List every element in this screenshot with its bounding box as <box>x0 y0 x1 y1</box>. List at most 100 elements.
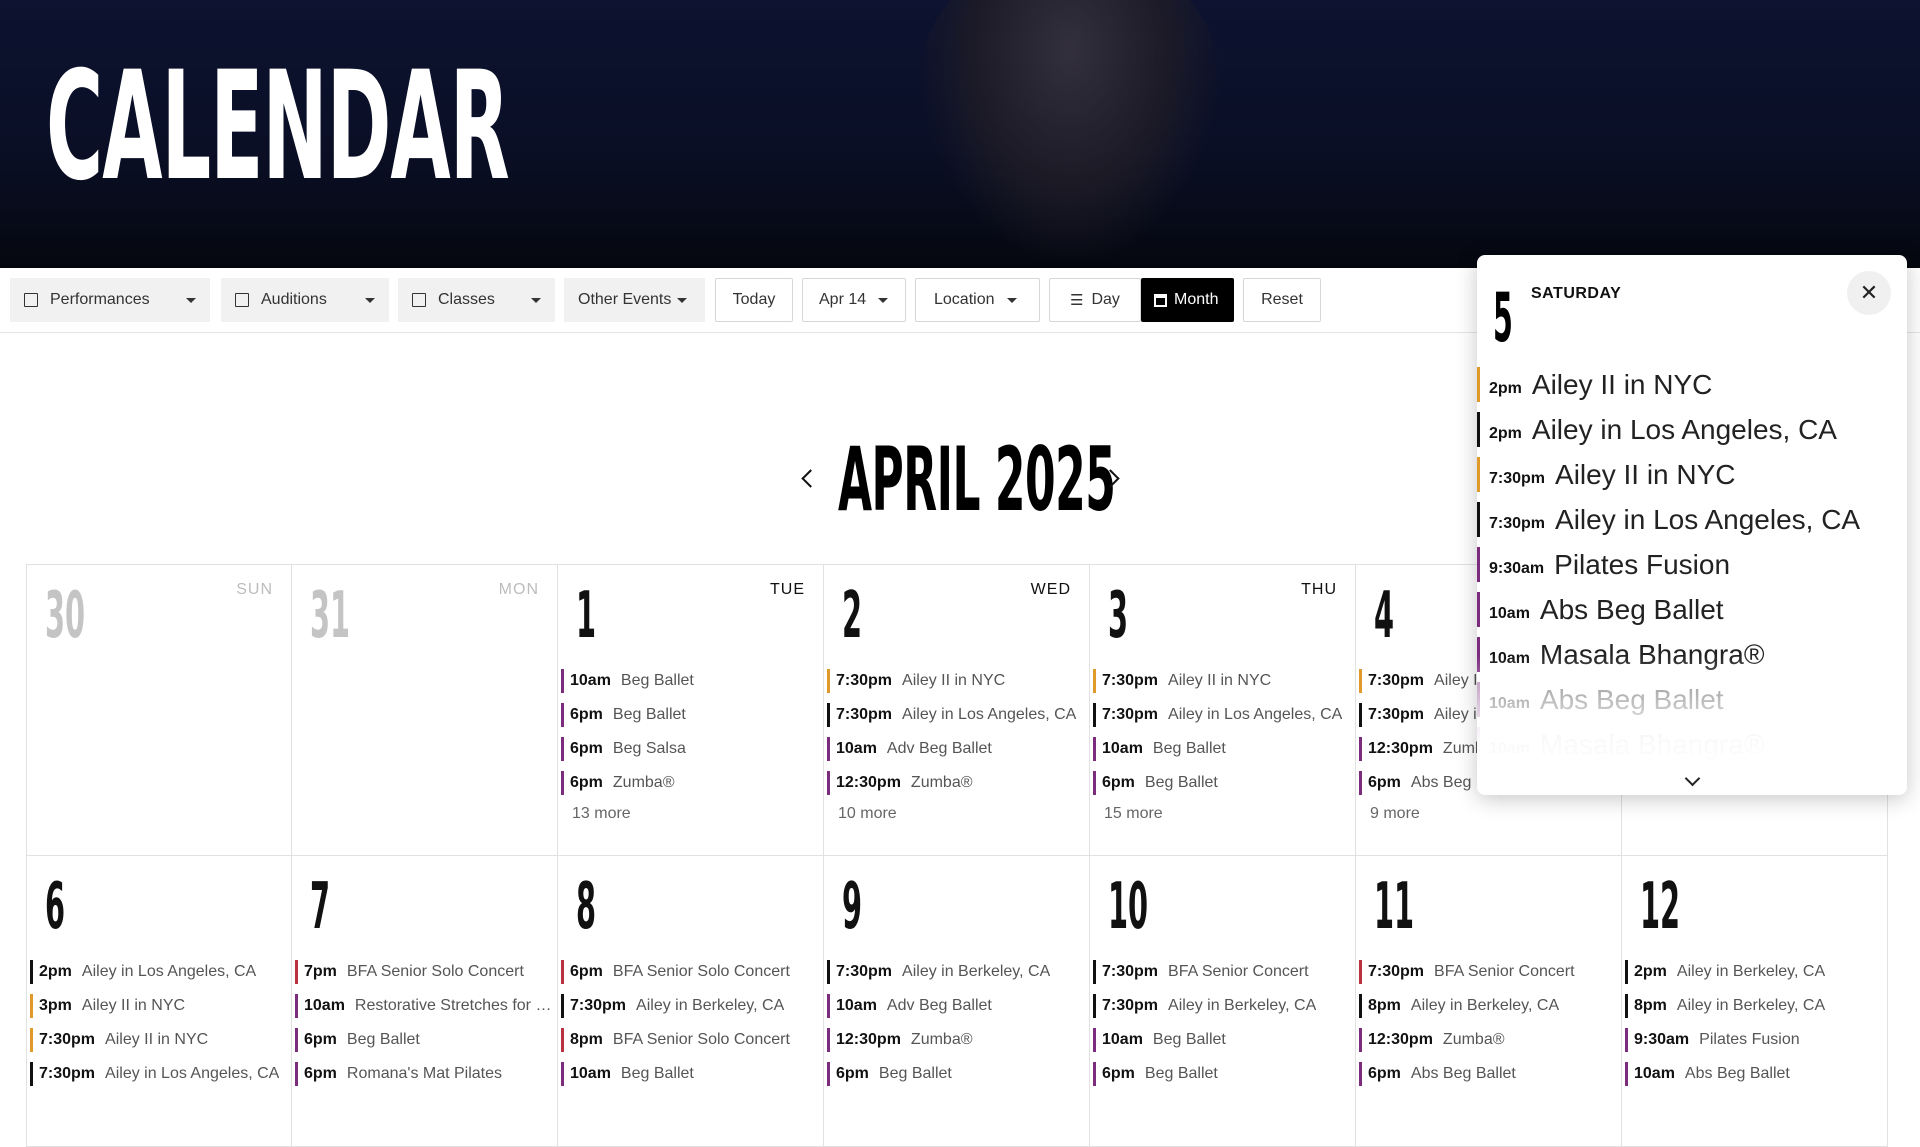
event-item[interactable]: 6pm Abs Beg Ballet <box>1356 1062 1618 1086</box>
event-item[interactable]: 7pm BFA Senior Solo Concert <box>292 960 554 984</box>
date-picker[interactable]: Apr 14 <box>802 278 906 322</box>
location-dropdown[interactable]: Location <box>915 278 1040 322</box>
event-item[interactable]: 8pm Ailey in Berkeley, CA <box>1356 994 1618 1018</box>
hero-banner: CALENDAR <box>0 0 1920 268</box>
chevron-down-icon[interactable] <box>365 298 375 303</box>
event-item[interactable]: 7:30pm Ailey in Los Angeles, CA <box>1090 703 1352 727</box>
event-item[interactable]: 12:30pm Zumba® <box>824 1028 1086 1052</box>
day-cell[interactable]: 8 6pm BFA Senior Solo Concert 7:30pm Ailey i… <box>558 856 824 1147</box>
popover-event-item[interactable]: 10am Abs Beg Ballet <box>1477 592 1907 627</box>
day-cell[interactable]: 2 WED 7:30pm Ailey II in NYC 7:30pm Ailey in … <box>824 565 1090 856</box>
event-name: Ailey II in NYC <box>1531 369 1713 400</box>
event-color-bar <box>827 669 830 693</box>
event-item[interactable]: 2pm Ailey in Los Angeles, CA <box>27 960 289 984</box>
event-item[interactable]: 10am Restorative Stretches for Dancers <box>292 994 554 1018</box>
reset-button[interactable]: Reset <box>1243 278 1321 322</box>
event-item[interactable]: 12:30pm Zumba® <box>824 771 1086 795</box>
more-events-link[interactable]: 13 more <box>558 805 820 823</box>
day-cell[interactable]: 3 THU 7:30pm Ailey II in NYC 7:30pm Ailey in … <box>1090 565 1356 856</box>
event-item[interactable]: 10am Beg Ballet <box>1090 737 1352 761</box>
scroll-fade <box>1477 655 1907 775</box>
event-item[interactable]: 7:30pm Ailey in Los Angeles, CA <box>27 1062 289 1086</box>
event-name: Abs Beg Ballet <box>1410 1065 1516 1082</box>
event-name: Ailey in Los Angeles, CA <box>1168 706 1343 723</box>
event-item[interactable]: 7:30pm Ailey II in NYC <box>27 1028 289 1052</box>
event-item[interactable]: 8pm Ailey in Berkeley, CA <box>1622 994 1884 1018</box>
day-cell[interactable]: 7 7pm BFA Senior Solo Concert 10am Restorati… <box>292 856 558 1147</box>
event-name: Ailey II in NYC <box>105 1031 209 1048</box>
event-time: 9:30am <box>1634 1031 1690 1048</box>
event-item[interactable]: 7:30pm BFA Senior Concert <box>1356 960 1618 984</box>
event-item[interactable]: 3pm Ailey II in NYC <box>27 994 289 1018</box>
event-item[interactable]: 10am Beg Ballet <box>558 1062 820 1086</box>
event-item[interactable]: 8pm BFA Senior Solo Concert <box>558 1028 820 1052</box>
day-cell[interactable]: 6 2pm Ailey in Los Angeles, CA 3pm Ailey II … <box>26 856 292 1147</box>
event-item[interactable]: 7:30pm Ailey II in NYC <box>824 669 1086 693</box>
event-item[interactable]: 10am Adv Beg Ballet <box>824 737 1086 761</box>
event-item[interactable]: 7:30pm Ailey in Los Angeles, CA <box>824 703 1086 727</box>
event-item[interactable]: 12:30pm Zumba® <box>1356 1028 1618 1052</box>
popover-event-item[interactable]: 2pm Ailey II in NYC <box>1477 367 1907 402</box>
event-name: Pilates Fusion <box>1699 1031 1800 1048</box>
day-cell[interactable]: 11 7:30pm BFA Senior Concert 8pm Ailey in Be… <box>1356 856 1622 1147</box>
day-cell[interactable]: 12 2pm Ailey in Berkeley, CA 8pm Ailey in Be… <box>1622 856 1888 1147</box>
day-cell[interactable]: 10 7:30pm BFA Senior Concert 7:30pm Ailey in… <box>1090 856 1356 1147</box>
popover-event-item[interactable]: 2pm Ailey in Los Angeles, CA <box>1477 412 1907 447</box>
chevron-left-icon[interactable] <box>801 469 820 488</box>
chevron-down-icon[interactable] <box>186 298 196 303</box>
event-item[interactable]: 6pm Beg Salsa <box>558 737 820 761</box>
other-events-dropdown[interactable]: Other Events <box>564 278 705 322</box>
event-time: 3pm <box>39 997 72 1014</box>
chevron-down-icon[interactable] <box>531 298 541 303</box>
day-view-button[interactable]: ☰ Day <box>1049 278 1141 322</box>
event-item[interactable]: 7:30pm Ailey in Berkeley, CA <box>558 994 820 1018</box>
event-name: Abs Beg Ballet <box>1539 594 1724 625</box>
day-cell[interactable]: 1 TUE 10am Beg Ballet 6pm Beg Ballet 6pm Beg Sa… <box>558 565 824 856</box>
day-cell[interactable]: 9 7:30pm Ailey in Berkeley, CA 10am Adv Beg … <box>824 856 1090 1147</box>
auditions-filter[interactable]: Auditions <box>221 278 389 322</box>
popover-event-item[interactable]: 7:30pm Ailey II in NYC <box>1477 457 1907 492</box>
day-cell[interactable]: 30 SUN <box>26 565 292 856</box>
day-cell[interactable]: 31 MON <box>292 565 558 856</box>
performances-checkbox[interactable] <box>24 293 38 307</box>
event-item[interactable]: 6pm Zumba® <box>558 771 820 795</box>
event-time: 6pm <box>1368 774 1401 791</box>
popover-event-item[interactable]: 7:30pm Ailey in Los Angeles, CA <box>1477 502 1907 537</box>
classes-checkbox[interactable] <box>412 293 426 307</box>
event-name: Beg Ballet <box>620 672 694 689</box>
performances-filter[interactable]: Performances <box>10 278 210 322</box>
event-color-bar <box>561 994 564 1018</box>
event-item[interactable]: 10am Adv Beg Ballet <box>824 994 1086 1018</box>
event-color-bar <box>1477 502 1480 537</box>
event-item[interactable]: 7:30pm Ailey II in NYC <box>1090 669 1352 693</box>
event-item[interactable]: 6pm Beg Ballet <box>824 1062 1086 1086</box>
event-item[interactable]: 9:30am Pilates Fusion <box>1622 1028 1884 1052</box>
event-item[interactable]: 7:30pm Ailey in Berkeley, CA <box>824 960 1086 984</box>
event-name: Ailey II in NYC <box>1168 672 1272 689</box>
event-item[interactable]: 6pm Romana's Mat Pilates <box>292 1062 554 1086</box>
popover-event-item[interactable]: 9:30am Pilates Fusion <box>1477 547 1907 582</box>
event-item[interactable]: 6pm Beg Ballet <box>1090 771 1352 795</box>
event-item[interactable]: 2pm Ailey in Berkeley, CA <box>1622 960 1884 984</box>
close-button[interactable]: ✕ <box>1847 271 1891 315</box>
event-item[interactable]: 7:30pm BFA Senior Concert <box>1090 960 1352 984</box>
auditions-checkbox[interactable] <box>235 293 249 307</box>
event-name: Beg Ballet <box>878 1065 952 1082</box>
event-item[interactable]: 10am Beg Ballet <box>1090 1028 1352 1052</box>
event-time: 8pm <box>1634 997 1667 1014</box>
event-item[interactable]: 6pm Beg Ballet <box>292 1028 554 1052</box>
event-item[interactable]: 6pm Beg Ballet <box>1090 1062 1352 1086</box>
event-item[interactable]: 10am Abs Beg Ballet <box>1622 1062 1884 1086</box>
event-item[interactable]: 6pm BFA Senior Solo Concert <box>558 960 820 984</box>
event-item[interactable]: 10am Beg Ballet <box>558 669 820 693</box>
classes-filter[interactable]: Classes <box>398 278 555 322</box>
more-events-link[interactable]: 15 more <box>1090 805 1352 823</box>
event-name: BFA Senior Concert <box>1434 963 1575 980</box>
month-view-button[interactable]: Month <box>1141 278 1234 322</box>
event-time: 7:30pm <box>836 706 893 723</box>
more-events-link[interactable]: 10 more <box>824 805 1086 823</box>
today-button[interactable]: Today <box>715 278 793 322</box>
event-item[interactable]: 7:30pm Ailey in Berkeley, CA <box>1090 994 1352 1018</box>
more-events-link[interactable]: 9 more <box>1356 805 1618 823</box>
event-item[interactable]: 6pm Beg Ballet <box>558 703 820 727</box>
